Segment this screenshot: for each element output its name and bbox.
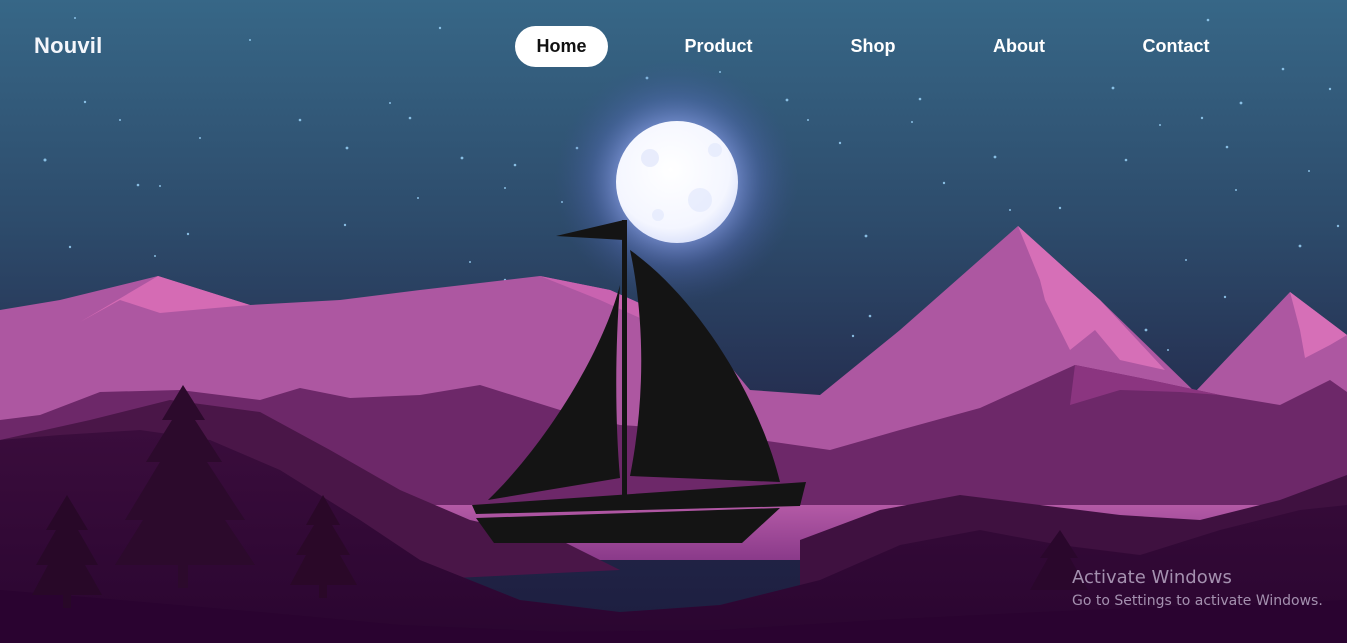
nav-item-product[interactable]: Product — [670, 26, 767, 67]
moon-icon — [554, 60, 798, 304]
night-landscape-illustration — [0, 0, 1347, 643]
top-navbar: Nouvil Home Product Shop About Contact — [0, 0, 1347, 92]
nav-item-shop[interactable]: Shop — [838, 26, 908, 67]
hero-page: Nouvil Home Product Shop About Contact A… — [0, 0, 1347, 643]
windows-activation-watermark: Activate Windows Go to Settings to activ… — [1072, 566, 1323, 611]
nav-item-about[interactable]: About — [980, 26, 1058, 67]
nav-item-home[interactable]: Home — [515, 26, 608, 67]
watermark-subtitle: Go to Settings to activate Windows. — [1072, 593, 1323, 609]
brand-logo[interactable]: Nouvil — [34, 33, 102, 59]
nav-item-contact[interactable]: Contact — [1130, 26, 1222, 67]
watermark-title: Activate Windows — [1072, 567, 1232, 588]
